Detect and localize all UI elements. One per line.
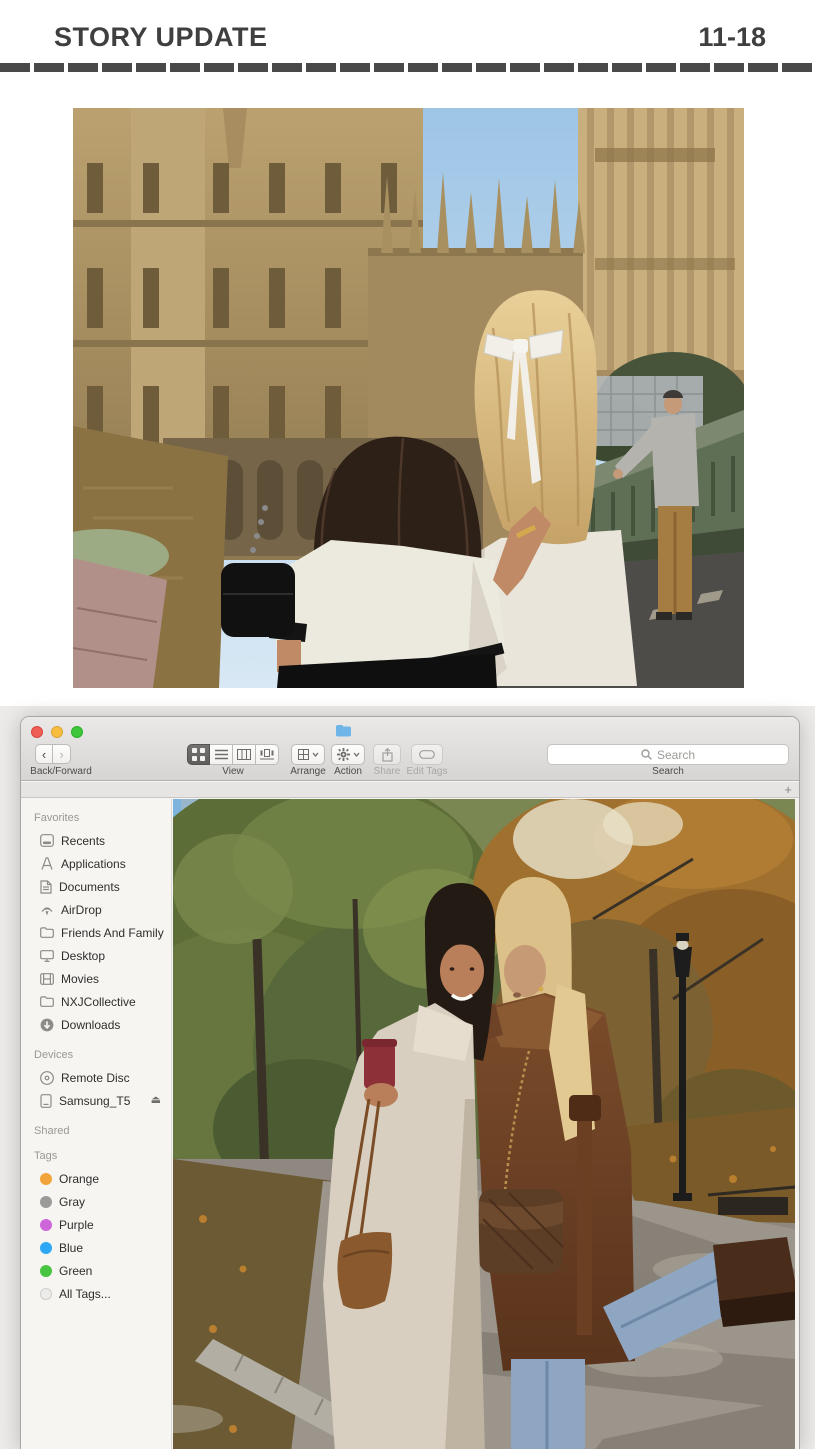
arrange-button[interactable]: [291, 744, 325, 765]
sidebar-item-nxjcollective[interactable]: NXJCollective: [21, 990, 171, 1013]
sidebar-item-airdrop[interactable]: AirDrop: [21, 898, 171, 921]
forward-button[interactable]: ›: [53, 744, 71, 764]
coffee-cup: [362, 1039, 398, 1107]
finder-content-area[interactable]: [173, 799, 799, 1449]
finder-toolbar: ‹ ›: [21, 744, 799, 766]
sidebar-tag-blue[interactable]: Blue: [21, 1236, 171, 1259]
sidebar-item-documents[interactable]: Documents: [21, 875, 171, 898]
tag-dot-all: [40, 1288, 52, 1300]
section-devices: Devices: [34, 1049, 171, 1061]
park-photo: [173, 799, 795, 1449]
section-shared: Shared: [34, 1125, 171, 1137]
column-view-button[interactable]: [233, 744, 256, 765]
documents-icon: [40, 880, 52, 894]
sidebar-item-applications[interactable]: Applications: [21, 852, 171, 875]
sidebar-item-downloads[interactable]: Downloads: [21, 1013, 171, 1036]
share-button[interactable]: [373, 744, 401, 765]
finder-screenshot: ‹ ›: [0, 706, 815, 1449]
back-forward-control: ‹ ›: [35, 744, 71, 764]
movies-icon: [40, 973, 54, 985]
sidebar-tag-purple[interactable]: Purple: [21, 1213, 171, 1236]
tag-icon: [419, 750, 435, 759]
recents-icon: [40, 834, 54, 847]
disc-icon: [40, 1071, 54, 1085]
new-tab-button[interactable]: +: [784, 782, 792, 797]
page-title: STORY UPDATE: [54, 22, 268, 53]
sidebar-item-movies[interactable]: Movies: [21, 967, 171, 990]
chevron-down-icon: [353, 752, 360, 757]
sidebar-item-desktop[interactable]: Desktop: [21, 944, 171, 967]
sidebar-item-remote-disc[interactable]: Remote Disc: [21, 1066, 171, 1089]
coat-belt: [577, 1097, 592, 1335]
earring: [539, 987, 544, 992]
search-input[interactable]: Search: [547, 744, 789, 765]
gear-icon: [337, 748, 350, 761]
finder-sidebar: Favorites Recents Applications Documents: [21, 799, 172, 1449]
edit-tags-label: Edit Tags: [403, 766, 451, 777]
stone-pier: [73, 558, 167, 688]
tag-dot-purple: [40, 1219, 52, 1231]
folder-icon: [40, 927, 54, 938]
action-button[interactable]: [331, 744, 365, 765]
tag-dot-green: [40, 1265, 52, 1277]
desktop-icon: [40, 950, 54, 962]
coverflow-view-icon: [260, 749, 274, 760]
back-forward-label: Back/Forward: [21, 766, 101, 777]
suede-bag: [479, 1189, 563, 1273]
column-view-icon: [237, 749, 251, 760]
page-date: 11-18: [698, 22, 766, 53]
icon-view-button[interactable]: [187, 744, 210, 765]
section-tags: Tags: [34, 1150, 171, 1162]
edit-tags-button[interactable]: [411, 744, 443, 765]
finder-body: Favorites Recents Applications Documents: [21, 799, 799, 1449]
icon-view-icon: [192, 748, 205, 761]
sidebar-tag-orange[interactable]: Orange: [21, 1167, 171, 1190]
minimize-button[interactable]: [51, 726, 63, 738]
downloads-icon: [40, 1018, 54, 1032]
arrange-icon: [298, 749, 309, 760]
sidebar-item-friends-and-family[interactable]: Friends And Family: [21, 921, 171, 944]
brunette-face: [440, 944, 484, 998]
sidebar-tag-all[interactable]: All Tags...: [21, 1282, 171, 1305]
search-icon: [641, 749, 652, 760]
applications-icon: [40, 857, 54, 870]
drive-icon: [40, 1094, 52, 1108]
list-view-button[interactable]: [210, 744, 233, 765]
airdrop-icon: [40, 903, 54, 916]
folder-proxy-icon: [336, 724, 351, 736]
park-photo-art: [173, 799, 795, 1449]
list-view-icon: [215, 749, 228, 760]
view-segmented-control: [187, 744, 279, 765]
westminster-photo-art: [73, 108, 744, 688]
back-button[interactable]: ‹: [35, 744, 53, 764]
dashed-divider: [0, 63, 815, 72]
tab-bar: +: [21, 782, 799, 798]
sidebar-item-recents[interactable]: Recents: [21, 829, 171, 852]
westminster-photo: [73, 108, 744, 688]
toolbar-labels: Back/Forward View Arrange Action Share E…: [21, 766, 799, 779]
sidebar-item-samsung-t5[interactable]: Samsung_T5 ⏏: [21, 1089, 171, 1112]
tag-dot-orange: [40, 1173, 52, 1185]
tag-dot-blue: [40, 1242, 52, 1254]
tag-dot-gray: [40, 1196, 52, 1208]
zoom-button[interactable]: [71, 726, 83, 738]
folder-icon: [40, 996, 54, 1007]
finder-titlebar: ‹ ›: [21, 717, 799, 781]
finder-window: ‹ ›: [20, 716, 800, 1449]
brown-bag: [337, 1232, 392, 1309]
chevron-down-icon: [312, 752, 319, 757]
eject-button[interactable]: ⏏: [151, 1093, 161, 1106]
sidebar-tag-green[interactable]: Green: [21, 1259, 171, 1282]
section-favorites: Favorites: [34, 812, 171, 824]
close-button[interactable]: [31, 726, 43, 738]
share-icon: [382, 748, 393, 762]
search-placeholder: Search: [657, 748, 695, 762]
story-update-page: STORY UPDATE 11-18: [0, 0, 815, 1449]
search-label: Search: [547, 766, 789, 777]
coverflow-view-button[interactable]: [256, 744, 279, 765]
view-label: View: [187, 766, 279, 777]
bench: [718, 1197, 788, 1215]
sidebar-tag-gray[interactable]: Gray: [21, 1190, 171, 1213]
